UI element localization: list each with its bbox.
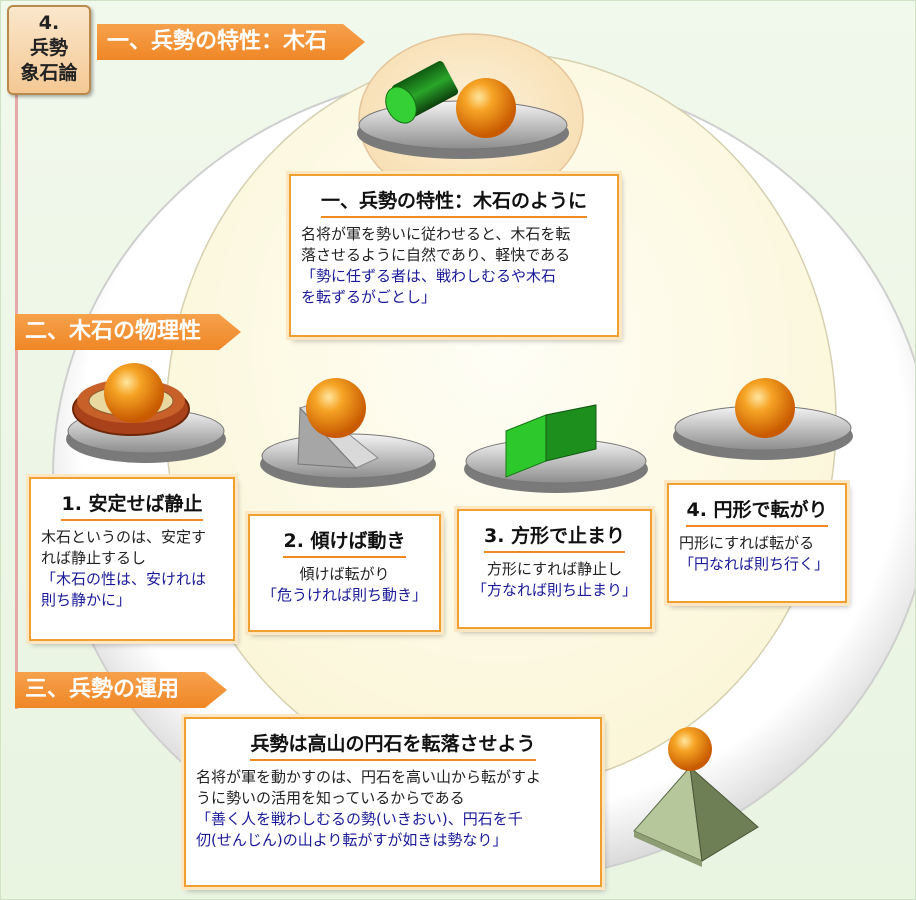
usage-quote-line-2: 仞(せんじん)の山より転がすが如きは勢なり」	[196, 831, 508, 849]
section-number: 4.	[38, 12, 60, 34]
property-title-2: 2. 傾けば動き	[283, 526, 406, 558]
banner-section-3: 三、兵勢の運用	[15, 672, 227, 708]
ball-on-slope-graphic	[260, 378, 436, 488]
ball-on-dish-graphic	[673, 378, 853, 460]
cylinder-and-ball-graphic	[357, 61, 569, 159]
property-quote-1-line-2: 則ち静かに」	[41, 591, 132, 609]
green-cube-graphic	[464, 404, 648, 493]
property-box-3: 3. 方形で止まり 方形にすれば静止し 「方なれば則ち止まり」	[457, 509, 652, 629]
property-quote-3: 「方なれば則ち止まり」	[471, 581, 637, 599]
ball-on-pyramid-graphic	[633, 727, 759, 867]
ball-shape	[456, 78, 516, 138]
usage-body-line-1: 名将が軍を動かすのは、円石を高い山から転がすよ	[196, 768, 542, 786]
trait-box: 一、兵勢の特性：木石のように 名将が軍を勢いに従わせると、木石を転 落させるよう…	[289, 174, 619, 337]
ball-shape	[104, 363, 164, 423]
section-word-2: 象石論	[20, 62, 78, 84]
usage-title: 兵勢は高山の円石を転落させよう	[250, 729, 536, 761]
ball-shape	[668, 727, 712, 771]
property-body-1-line-1: 木石というのは、安定す	[41, 528, 207, 546]
property-quote-2: 「危うければ則ち動き」	[261, 586, 427, 604]
ball-shape	[306, 378, 366, 438]
property-quote-4: 「円なれば則ち行く」	[679, 555, 830, 573]
usage-body-line-2: うに勢いの活用を知っているからである	[196, 789, 465, 807]
trait-body-line-1: 名将が軍を勢いに従わせると、木石を転	[301, 225, 571, 243]
pyramid-shape	[633, 765, 759, 867]
banner-section-2: 二、木石の物理性	[15, 314, 241, 350]
property-box-1: 1. 安定せば静止 木石というのは、安定す れば静止するし 「木石の性は、安けれ…	[29, 477, 235, 641]
left-vertical-line	[15, 89, 18, 709]
trait-body-line-2: 落させるように自然であり、軽快である	[301, 246, 571, 264]
property-title-4: 4. 円形で転がり	[686, 495, 828, 527]
trait-quote-line-2: を転ずるがごとし」	[301, 288, 437, 306]
trait-title: 一、兵勢の特性：木石のように	[320, 186, 587, 218]
trait-quote-line-1: 「勢に任ずる者は、戦わしむるや木石	[301, 267, 557, 285]
property-title-1: 1. 安定せば静止	[61, 489, 203, 521]
ball-in-ring-graphic	[66, 363, 226, 463]
property-body-4: 円形にすれば転がる	[679, 534, 815, 552]
property-quote-1-line-1: 「木石の性は、安けれは	[41, 570, 207, 588]
banner-section-1: 一、兵勢の特性：木石	[97, 24, 365, 60]
property-body-1-line-2: れば静止するし	[41, 549, 147, 567]
property-body-2: 傾けば転がり	[299, 565, 390, 583]
property-box-4: 4. 円形で転がり 円形にすれば転がる 「円なれば則ち行く」	[667, 483, 847, 603]
section-word-1: 兵勢	[29, 37, 68, 59]
property-title-3: 3. 方形で止まり	[483, 521, 626, 553]
property-box-2: 2. 傾けば動き 傾けば転がり 「危うければ則ち動き」	[248, 514, 441, 632]
section-label: 4. 兵勢 象石論	[7, 5, 91, 95]
ball-shape	[735, 378, 795, 438]
property-body-3: 方形にすれば静止し	[486, 560, 623, 578]
usage-box: 兵勢は高山の円石を転落させよう 名将が軍を動かすのは、円石を高い山から転がすよ …	[184, 717, 602, 887]
diagram-canvas: 4. 兵勢 象石論 一、兵勢の特性：木石 二、木石の物理性 三、兵勢の運用 一、	[0, 0, 916, 900]
usage-quote-line-1: 「善く人を戦わしむるの勢(いきおい)、円石を千	[196, 810, 523, 828]
